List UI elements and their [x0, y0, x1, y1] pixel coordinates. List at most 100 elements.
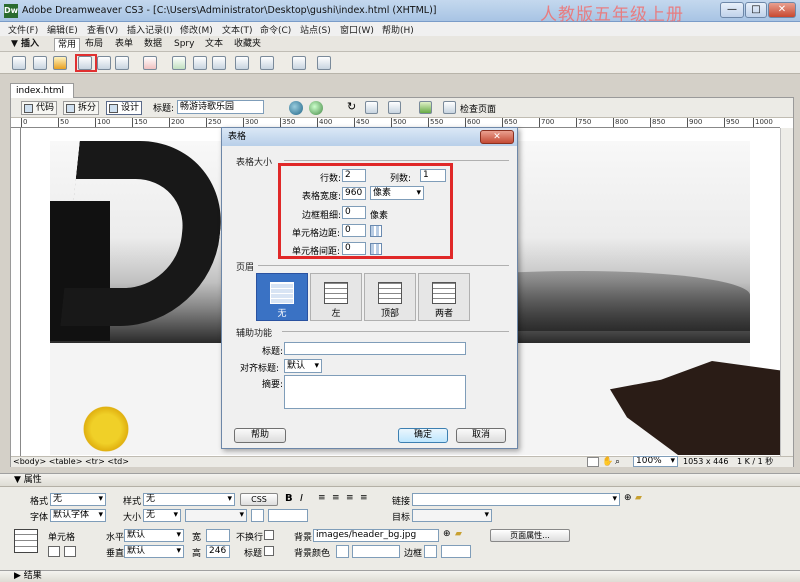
- select-tool-icon[interactable]: [587, 457, 599, 467]
- link-input[interactable]: [412, 493, 620, 506]
- cell-height-input[interactable]: 246: [206, 545, 230, 558]
- tab-forms[interactable]: 表单: [112, 38, 136, 51]
- tab-common[interactable]: 常用: [54, 38, 81, 51]
- script-icon[interactable]: [260, 56, 274, 70]
- bgcolor-swatch[interactable]: [336, 545, 349, 558]
- results-panel-head[interactable]: ▶ 结果: [0, 570, 800, 582]
- menu-site[interactable]: 站点(S): [300, 23, 331, 36]
- zoom-tool-icon[interactable]: ⌕: [615, 457, 620, 467]
- point-to-file-icon[interactable]: ⊕: [624, 493, 632, 503]
- tab-favorites[interactable]: 收藏夹: [231, 38, 264, 51]
- summary-textarea[interactable]: [284, 375, 466, 409]
- cell-width-input[interactable]: [206, 529, 230, 542]
- vert-select[interactable]: 默认: [124, 545, 184, 558]
- header-option-left[interactable]: 左: [310, 273, 362, 321]
- header-checkbox[interactable]: [264, 546, 274, 556]
- tag-selector[interactable]: <body> <table> <tr> <td>: [13, 457, 129, 467]
- merge-cells-icon[interactable]: [48, 546, 60, 557]
- tab-spry[interactable]: Spry: [171, 38, 197, 51]
- refresh-icon[interactable]: ↻: [347, 101, 359, 114]
- justify-icon[interactable]: ≡: [360, 493, 368, 503]
- menu-modify[interactable]: 修改(M): [180, 23, 213, 36]
- italic-button[interactable]: I: [300, 493, 303, 504]
- vertical-scrollbar[interactable]: [780, 128, 793, 456]
- align-center-icon[interactable]: ≡: [332, 493, 340, 503]
- bg-point-to-file-icon[interactable]: ⊕: [443, 529, 451, 539]
- page-title-input[interactable]: 畅游诗歌乐园: [177, 100, 264, 114]
- menu-commands[interactable]: 命令(C): [260, 23, 291, 36]
- validate-markup-icon[interactable]: [419, 101, 432, 114]
- font-select[interactable]: 默认字体: [50, 509, 106, 522]
- page-properties-button[interactable]: 页面属性...: [490, 529, 570, 542]
- close-window-button[interactable]: ✕: [768, 2, 796, 18]
- browse-folder-icon[interactable]: ▰: [635, 493, 642, 503]
- style-select[interactable]: 无: [143, 493, 235, 506]
- help-button[interactable]: 帮助: [234, 428, 286, 443]
- layer-icon[interactable]: [97, 56, 111, 70]
- horz-select[interactable]: 默认: [124, 529, 184, 542]
- caption-input[interactable]: [284, 342, 466, 355]
- zoom-select[interactable]: 100%: [633, 456, 678, 467]
- check-page-icon[interactable]: [443, 101, 456, 114]
- maximize-button[interactable]: □: [745, 2, 767, 18]
- text-color-input[interactable]: [268, 509, 308, 522]
- border-color-input[interactable]: [441, 545, 471, 558]
- align-caption-select[interactable]: 默认: [284, 359, 322, 373]
- header-option-none[interactable]: 无: [256, 273, 308, 321]
- bg-image-input[interactable]: images/header_bg.jpg: [313, 529, 439, 542]
- bg-browse-folder-icon[interactable]: ▰: [455, 529, 462, 539]
- menu-insert[interactable]: 插入记录(I): [127, 23, 173, 36]
- menu-help[interactable]: 帮助(H): [382, 23, 414, 36]
- document-tab[interactable]: index.html: [10, 83, 74, 98]
- text-color-swatch[interactable]: [251, 509, 264, 522]
- insert-panel-head[interactable]: ▼ 插入: [8, 38, 42, 51]
- ok-button[interactable]: 确定: [398, 428, 448, 443]
- templates-icon[interactable]: [292, 56, 306, 70]
- bgcolor-input[interactable]: [352, 545, 400, 558]
- design-view-button[interactable]: 设计: [106, 101, 143, 115]
- named-anchor-icon[interactable]: [53, 56, 67, 70]
- image-icon[interactable]: [115, 56, 129, 70]
- date-icon[interactable]: [172, 56, 186, 70]
- format-select[interactable]: 无: [50, 493, 106, 506]
- comment-icon[interactable]: [212, 56, 226, 70]
- server-include-icon[interactable]: [193, 56, 207, 70]
- align-right-icon[interactable]: ≡: [346, 493, 354, 503]
- tab-text[interactable]: 文本: [202, 38, 226, 51]
- menu-text[interactable]: 文本(T): [222, 23, 253, 36]
- code-view-button[interactable]: 代码: [21, 101, 58, 115]
- css-button[interactable]: CSS: [240, 493, 278, 506]
- bold-button[interactable]: B: [285, 493, 293, 504]
- menu-edit[interactable]: 编辑(E): [47, 23, 78, 36]
- file-management-icon[interactable]: [309, 101, 323, 115]
- border-color-swatch[interactable]: [424, 545, 437, 558]
- size-select[interactable]: 无: [143, 509, 181, 522]
- email-link-icon[interactable]: [33, 56, 47, 70]
- align-left-icon[interactable]: ≡: [318, 493, 326, 503]
- split-view-button[interactable]: 拆分: [63, 101, 100, 115]
- header-option-both[interactable]: 两者: [418, 273, 470, 321]
- split-cell-icon[interactable]: [64, 546, 76, 557]
- menu-window[interactable]: 窗口(W): [340, 23, 374, 36]
- menu-file[interactable]: 文件(F): [8, 23, 38, 36]
- dialog-close-button[interactable]: ✕: [480, 130, 514, 144]
- visual-aids-icon[interactable]: [388, 101, 401, 114]
- properties-head[interactable]: ▼ 属性: [0, 474, 800, 487]
- check-page-button[interactable]: 检查页面: [460, 102, 496, 115]
- media-icon[interactable]: [143, 56, 157, 70]
- preview-browser-icon[interactable]: [289, 101, 303, 115]
- view-options-icon[interactable]: [365, 101, 378, 114]
- cancel-button[interactable]: 取消: [456, 428, 506, 443]
- header-option-top[interactable]: 顶部: [364, 273, 416, 321]
- target-select[interactable]: [412, 509, 492, 522]
- head-icon[interactable]: [235, 56, 249, 70]
- window-size[interactable]: 1053 x 446: [683, 457, 728, 467]
- nowrap-checkbox[interactable]: [264, 530, 274, 540]
- hand-tool-icon[interactable]: ✋: [602, 457, 613, 467]
- menu-view[interactable]: 查看(V): [87, 23, 118, 36]
- minimize-button[interactable]: —: [720, 2, 744, 18]
- tab-layout[interactable]: 布局: [82, 38, 106, 51]
- tab-data[interactable]: 数据: [141, 38, 165, 51]
- hyperlink-icon[interactable]: [12, 56, 26, 70]
- tag-chooser-icon[interactable]: [317, 56, 331, 70]
